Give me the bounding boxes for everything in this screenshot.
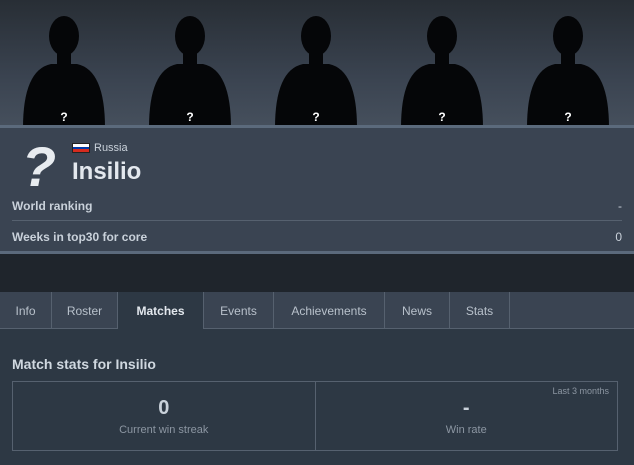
stat-row-world-ranking: World ranking - bbox=[12, 191, 622, 221]
player-unknown-label: ? bbox=[564, 110, 572, 124]
win-streak-stat: 0 Current win streak bbox=[13, 382, 315, 450]
player-unknown-label: ? bbox=[312, 110, 320, 124]
win-streak-value: 0 bbox=[158, 396, 170, 419]
team-name: Insilio bbox=[72, 158, 142, 185]
player-card[interactable]: ? bbox=[147, 10, 233, 128]
player-unknown-label: ? bbox=[186, 110, 194, 124]
stat-value: - bbox=[618, 198, 622, 213]
stat-value: 0 bbox=[615, 230, 622, 244]
tab-stats[interactable]: Stats bbox=[450, 292, 510, 329]
player-banner: ? ? ? ? ? bbox=[0, 0, 634, 128]
player-card[interactable]: ? bbox=[273, 10, 359, 128]
country-name: Russia bbox=[94, 142, 128, 154]
tab-matches[interactable]: Matches bbox=[118, 292, 204, 329]
team-profile: ? Russia Insilio World ranking - Weeks i… bbox=[0, 128, 634, 254]
question-mark-icon: ? bbox=[14, 135, 64, 198]
player-card[interactable]: ? bbox=[525, 10, 611, 128]
tab-info[interactable]: Info bbox=[0, 292, 52, 329]
svg-text:?: ? bbox=[22, 136, 56, 192]
russia-flag-icon bbox=[72, 143, 90, 153]
team-tabs: Info Roster Matches Events Achievements … bbox=[0, 292, 634, 329]
tab-roster[interactable]: Roster bbox=[52, 292, 118, 329]
tab-events[interactable]: Events bbox=[204, 292, 274, 329]
player-card[interactable]: ? bbox=[399, 10, 485, 128]
stat-label: World ranking bbox=[12, 198, 93, 213]
period-label: Last 3 months bbox=[552, 386, 609, 396]
player-unknown-label: ? bbox=[60, 110, 68, 124]
player-unknown-label: ? bbox=[438, 110, 446, 124]
stat-row-weeks-top30: Weeks in top30 for core 0 bbox=[12, 222, 622, 252]
section-title: Match stats for Insilio bbox=[12, 356, 156, 372]
team-country: Russia bbox=[72, 142, 128, 154]
win-rate-label: Win rate bbox=[445, 423, 487, 436]
spacer-band bbox=[0, 254, 634, 292]
tab-achievements[interactable]: Achievements bbox=[274, 292, 385, 329]
tab-news[interactable]: News bbox=[385, 292, 450, 329]
match-stats-box: 0 Current win streak Last 3 months - Win… bbox=[12, 381, 618, 451]
stat-label: Weeks in top30 for core bbox=[12, 230, 148, 244]
win-rate-stat: Last 3 months - Win rate bbox=[314, 382, 618, 450]
win-rate-value: - bbox=[462, 396, 470, 419]
player-card[interactable]: ? bbox=[21, 10, 107, 128]
win-streak-label: Current win streak bbox=[119, 423, 209, 436]
